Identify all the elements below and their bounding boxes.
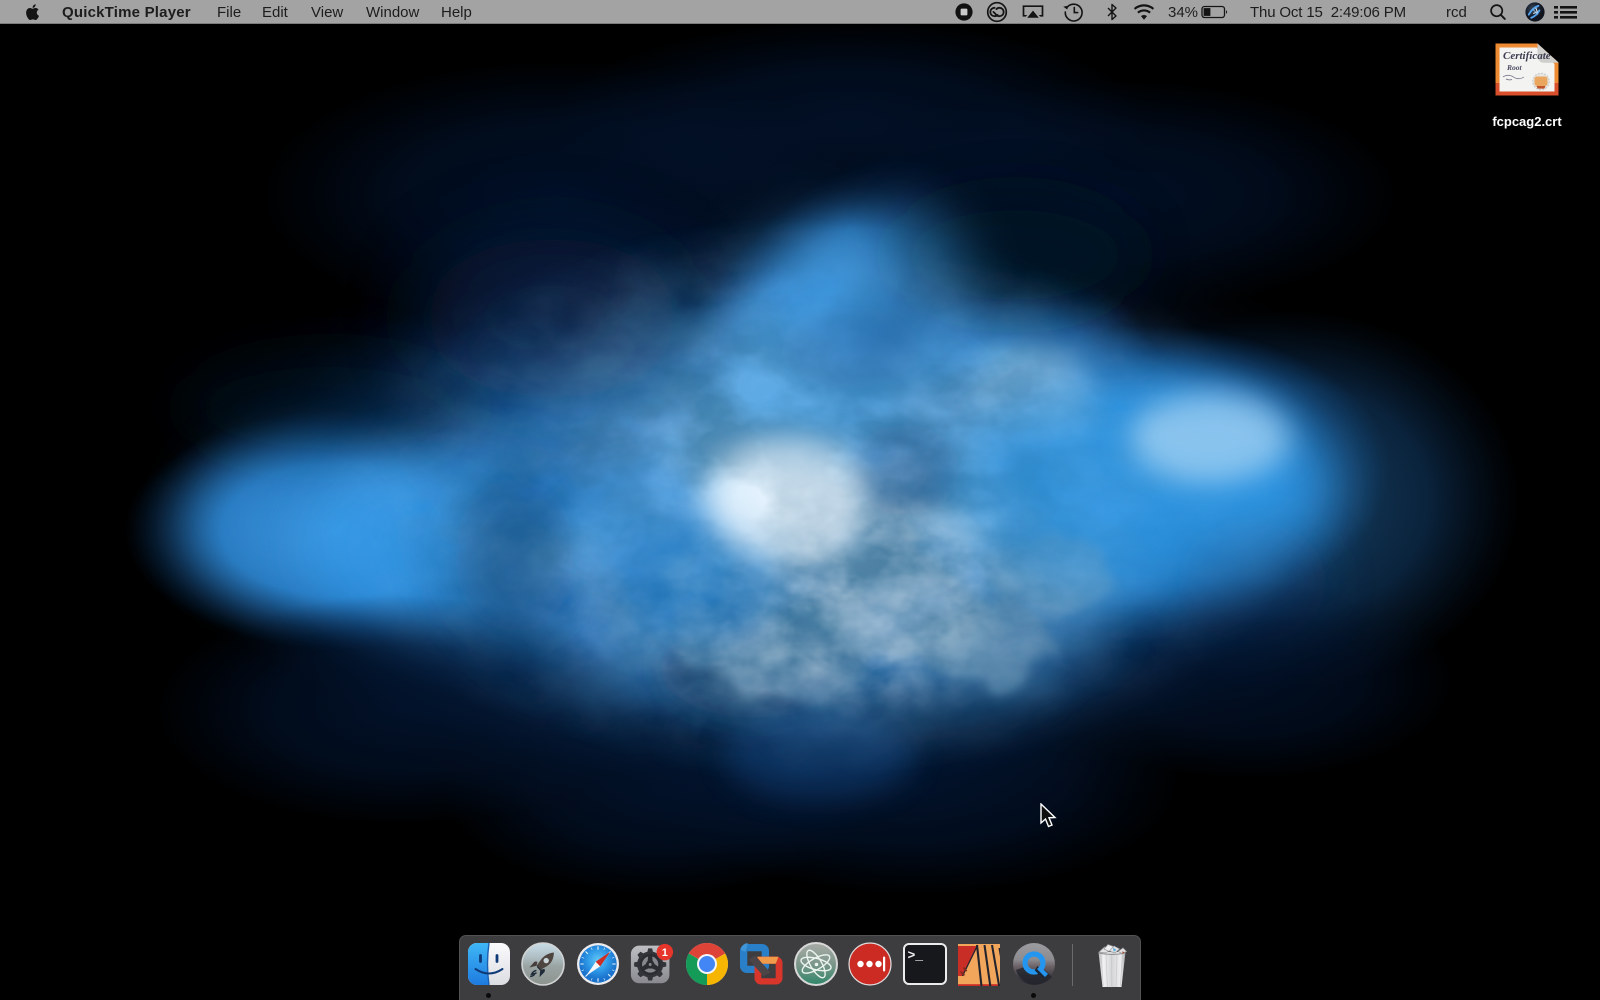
svg-text:1: 1	[662, 947, 668, 959]
svg-text:Certificate: Certificate	[1503, 50, 1551, 62]
svg-text:>_: >_	[908, 948, 924, 963]
svg-text:Root: Root	[1506, 63, 1523, 72]
